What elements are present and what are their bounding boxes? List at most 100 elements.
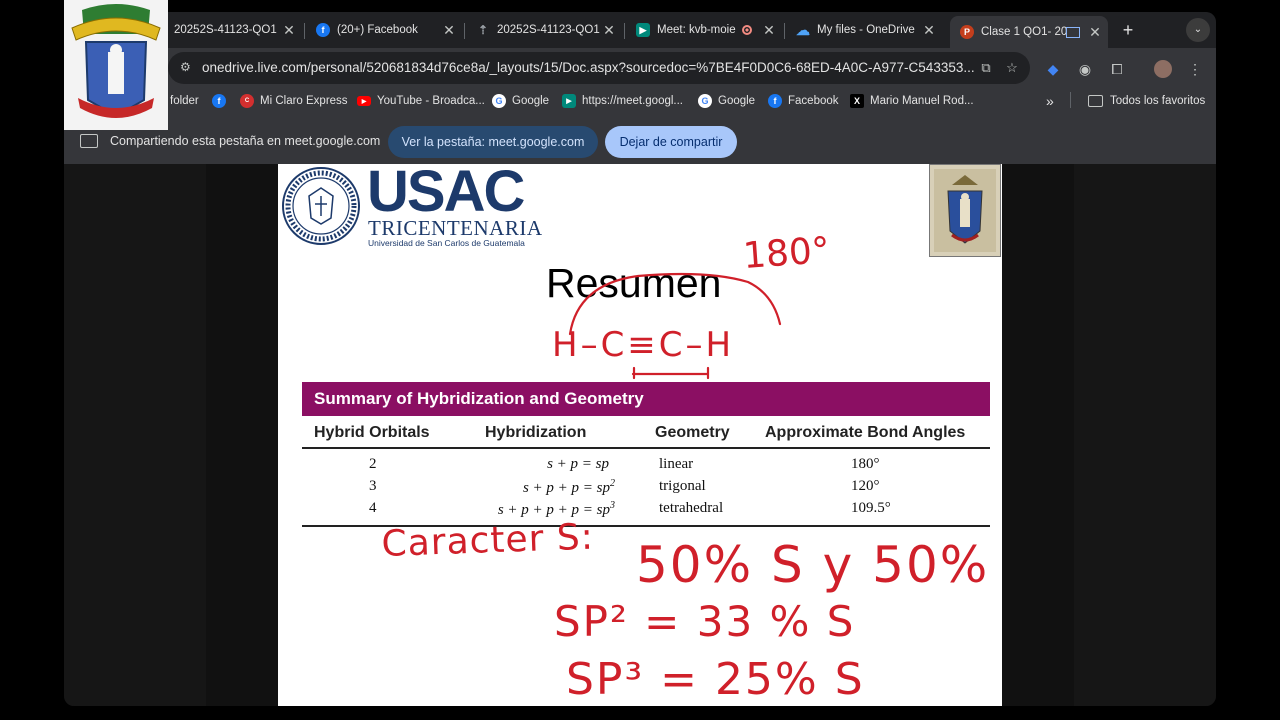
usac-subtitle: Universidad de San Carlos de Guatemala xyxy=(368,238,525,248)
all-bookmarks-label: Todos los favoritos xyxy=(1110,95,1206,107)
tab-divider xyxy=(464,23,465,39)
bookmark-x[interactable]: X Mario Manuel Rod... xyxy=(850,92,974,110)
bookmark-facebook[interactable]: f xyxy=(212,92,232,110)
browser-window: 20252S-41123-QO1 ✕ f (20+) Facebook ✕ ⇡ … xyxy=(64,12,1216,706)
hybridization-text: s + p = sp xyxy=(547,456,609,472)
bookmark-label: Google xyxy=(718,95,756,107)
recording-icon xyxy=(742,25,752,35)
stop-sharing-button[interactable]: Dejar de compartir xyxy=(605,126,737,158)
bookmark-label: https://meet.googl... xyxy=(582,95,684,107)
university-crest-icon xyxy=(71,4,161,118)
bookmark-label: Mi Claro Express xyxy=(260,95,348,107)
table-header-bar: Summary of Hybridization and Geometry xyxy=(302,382,990,416)
close-icon[interactable]: ✕ xyxy=(600,22,618,39)
powerpoint-icon: P xyxy=(960,25,974,39)
superscript: 2 xyxy=(610,478,615,489)
hybridization-text: s + p + p = sp xyxy=(522,480,610,496)
tab-divider xyxy=(304,23,305,39)
install-icon[interactable]: ⧉ xyxy=(978,60,994,76)
close-icon[interactable]: ✕ xyxy=(440,22,458,39)
tab-classroom-2[interactable]: ⇡ 20252S-41123-QO1 ✕ xyxy=(466,17,622,43)
tab-search-button[interactable]: ⌄ xyxy=(1186,18,1210,42)
bookmark-claro[interactable]: C Mi Claro Express xyxy=(240,92,348,110)
column-header: Hybridization xyxy=(485,424,587,441)
tab-title: Clase 1 QO1- 20 xyxy=(981,26,1066,38)
all-bookmarks-button[interactable]: Todos los favoritos xyxy=(1088,92,1205,110)
bookmark-label: Facebook xyxy=(788,95,839,107)
usac-seal-icon xyxy=(282,167,360,245)
onedrive-icon: ☁ xyxy=(796,21,810,38)
classroom-icon: ⇡ xyxy=(477,23,489,37)
close-icon[interactable]: ✕ xyxy=(760,22,778,39)
tab-facebook[interactable]: f (20+) Facebook ✕ xyxy=(306,17,462,43)
bookmark-youtube[interactable]: ▶ YouTube - Broadca... xyxy=(357,92,485,110)
handwriting-caracter: Caracter S: xyxy=(381,517,595,565)
tab-powerpoint[interactable]: P Clase 1 QO1- 20 ✕ xyxy=(950,16,1108,48)
extension-icon[interactable]: ◆ xyxy=(1044,60,1062,78)
hybridization-text: s + p + p + p = sp xyxy=(497,502,610,518)
tab-onedrive[interactable]: ☁ My files - OneDrive ✕ xyxy=(786,17,942,43)
google-icon: G xyxy=(492,94,506,108)
tab-title: (20+) Facebook xyxy=(337,24,418,36)
handwriting-sp: 50% S y 50% P xyxy=(636,536,1002,594)
table-cell-orbitals: 4 xyxy=(369,500,377,516)
close-icon[interactable]: ✕ xyxy=(920,22,938,39)
meet-icon: ▶ xyxy=(562,94,576,108)
tab-title: My files - OneDrive xyxy=(817,24,915,36)
tab-divider xyxy=(784,23,785,39)
bookmark-meet[interactable]: ▶ https://meet.googl... xyxy=(562,92,683,110)
tab-title: 20252S-41123-QO1 xyxy=(497,24,600,36)
page-content: USAC TRICENTENARIA Universidad de San Ca… xyxy=(64,162,1216,706)
presentation-slide[interactable]: USAC TRICENTENARIA Universidad de San Ca… xyxy=(278,162,1002,706)
table-rule xyxy=(302,447,990,449)
close-icon[interactable]: ✕ xyxy=(1086,24,1104,41)
bookmark-star-icon[interactable]: ☆ xyxy=(1004,60,1020,76)
column-header: Approximate Bond Angles xyxy=(765,424,966,441)
bookmarks-overflow-button[interactable]: » xyxy=(1046,92,1054,110)
bookmark-google-2[interactable]: G Google xyxy=(698,92,755,110)
column-header: Geometry xyxy=(655,424,730,441)
tab-classroom-1[interactable]: 20252S-41123-QO1 ✕ xyxy=(164,17,302,43)
handwriting-molecule: H–C≡C–H xyxy=(552,325,734,365)
extension-icon[interactable]: ◉ xyxy=(1076,60,1094,78)
table-cell-angle: 180° xyxy=(851,456,880,472)
bookmark-folder[interactable]: folder xyxy=(170,92,199,110)
table-cell-angle: 120° xyxy=(851,478,880,494)
table-title: Summary of Hybridization and Geometry xyxy=(314,389,644,408)
toolbar: ⚙ onedrive.live.com/personal/520681834d7… xyxy=(64,48,1216,88)
overlay-crest xyxy=(64,0,168,130)
column-header: Hybrid Orbitals xyxy=(314,424,430,441)
close-icon[interactable]: ✕ xyxy=(280,22,298,39)
bookmark-label: YouTube - Broadca... xyxy=(377,95,485,107)
address-bar[interactable]: ⚙ onedrive.live.com/personal/520681834d7… xyxy=(168,52,1030,84)
table-cell-angle: 109.5° xyxy=(851,500,891,516)
table-cell-hybridization: s + p + p = sp2 xyxy=(523,478,615,497)
handwriting-sp3: SP³ = 25% S xyxy=(566,654,865,705)
avatar[interactable] xyxy=(1154,60,1172,78)
bookmarks-bar: folder f C Mi Claro Express ▶ YouTube - … xyxy=(64,88,1216,114)
table-cell-geometry: trigonal xyxy=(659,478,706,494)
google-icon: G xyxy=(698,94,712,108)
new-tab-button[interactable]: + xyxy=(1116,18,1140,42)
url-text[interactable]: onedrive.live.com/personal/520681834d76c… xyxy=(202,60,975,75)
menu-icon[interactable]: ⋮ xyxy=(1186,60,1204,78)
facebook-icon: f xyxy=(212,94,226,108)
bookmark-google[interactable]: G Google xyxy=(492,92,549,110)
facebook-icon: f xyxy=(768,94,782,108)
facebook-icon: f xyxy=(316,23,330,37)
view-tab-button[interactable]: Ver la pestaña: meet.google.com xyxy=(388,126,598,158)
superscript: 3 xyxy=(610,500,615,511)
viewer-gutter-left xyxy=(64,164,206,706)
extensions-puzzle-icon[interactable]: ⧠ xyxy=(1108,60,1126,78)
bookmark-divider xyxy=(1070,92,1071,108)
handwriting-sp2: SP² = 33 % S xyxy=(554,597,855,646)
tab-title: 20252S-41123-QO1 xyxy=(174,24,277,36)
youtube-icon: ▶ xyxy=(357,96,371,106)
bookmark-facebook-2[interactable]: f Facebook xyxy=(768,92,839,110)
handwriting-angle: 180° xyxy=(742,230,831,277)
tab-meet[interactable]: ▶ Meet: kvb-moie ✕ xyxy=(626,17,782,43)
tab-strip: 20252S-41123-QO1 ✕ f (20+) Facebook ✕ ⇡ … xyxy=(64,12,1216,48)
sharing-text: Compartiendo esta pestaña en meet.google… xyxy=(110,134,381,148)
site-info-icon[interactable]: ⚙ xyxy=(180,60,196,76)
claro-icon: C xyxy=(240,94,254,108)
